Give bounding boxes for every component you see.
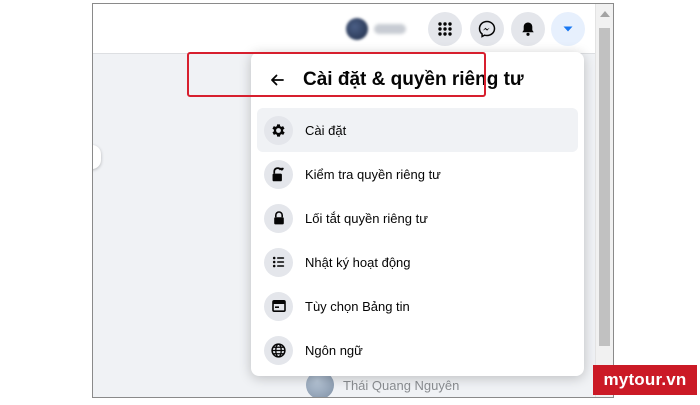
menu-item-news-feed-preferences[interactable]: Tùy chọn Bảng tin (257, 284, 578, 328)
avatar (346, 18, 368, 40)
privacy-lock-heart-icon (272, 166, 284, 181)
list-icon (272, 256, 284, 268)
browser-viewport: Thái Quang Nguyên Cài đặt & quyền riêng … (92, 3, 614, 398)
lock-icon (273, 211, 284, 225)
vertical-scrollbar[interactable] (595, 4, 613, 397)
menu-item-label: Tùy chọn Bảng tin (305, 298, 410, 314)
menu-item-label: Nhật ký hoạt động (305, 254, 411, 270)
globe-icon (271, 342, 286, 358)
gear-icon (272, 123, 285, 137)
menu-item-settings[interactable]: Cài đặt (257, 108, 578, 152)
side-panel-handle[interactable] (93, 145, 101, 169)
scrollbar-thumb[interactable] (599, 28, 610, 346)
menu-item-label: Lối tắt quyền riêng tư (305, 210, 428, 226)
menu-item-language[interactable]: Ngôn ngữ (257, 328, 578, 372)
messenger-button[interactable] (470, 12, 504, 46)
menu-item-privacy-shortcuts[interactable]: Lối tắt quyền riêng tư (257, 196, 578, 240)
menu-item-label: Cài đặt (305, 122, 347, 138)
notifications-button[interactable] (511, 12, 545, 46)
back-arrow-icon (271, 74, 284, 86)
scroll-up-arrow-icon[interactable] (600, 11, 610, 17)
account-caret-icon (563, 26, 573, 32)
profile-name-blurred (374, 24, 406, 34)
menu-item-label: Kiểm tra quyền riêng tư (305, 166, 441, 182)
dropdown-header: Cài đặt & quyền riêng tư (251, 52, 584, 108)
news-feed-icon (271, 300, 286, 312)
menu-item-label: Ngôn ngữ (305, 342, 363, 358)
menu-item-privacy-checkup[interactable]: Kiểm tra quyền riêng tư (257, 152, 578, 196)
back-button[interactable] (261, 64, 293, 96)
contact-name: Thái Quang Nguyên (343, 377, 460, 393)
menu-grid-icon (438, 22, 452, 36)
profile-shortcut[interactable] (346, 18, 406, 40)
menu-button[interactable] (428, 12, 462, 46)
top-navigation-bar (93, 4, 597, 54)
account-menu-button[interactable] (551, 12, 585, 46)
watermark-logo: mytour.vn (593, 365, 697, 395)
menu-item-activity-log[interactable]: Nhật ký hoạt động (257, 240, 578, 284)
dropdown-title: Cài đặt & quyền riêng tư (303, 69, 524, 90)
messenger-icon (478, 20, 496, 38)
settings-privacy-dropdown: Cài đặt & quyền riêng tư Cài đặt Kiểm tr… (251, 52, 584, 376)
notification-bell-icon (522, 22, 534, 36)
